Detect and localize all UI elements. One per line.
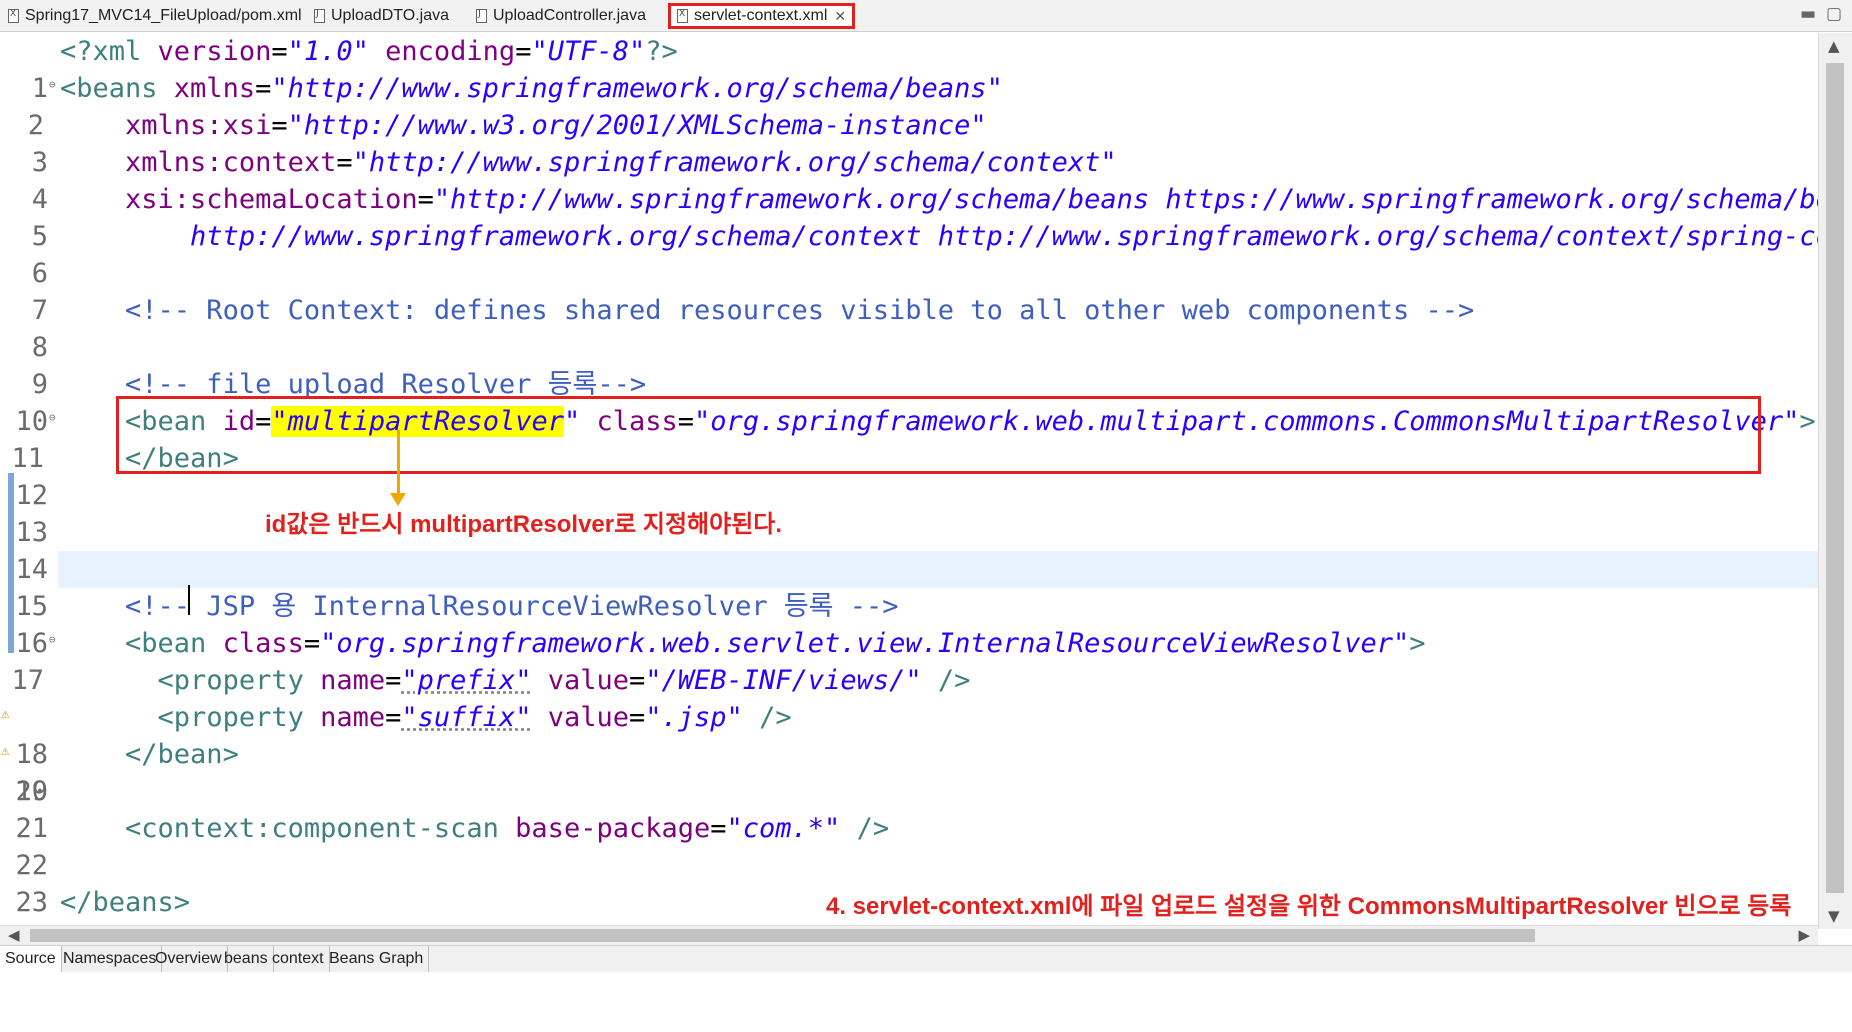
tab-label: UploadController.java [493, 7, 646, 24]
fold-icon[interactable]: ⊖ [49, 403, 56, 433]
code-line: ⚠ 18 <property name="prefix" value="/WEB… [0, 662, 1818, 770]
arrow-icon [397, 430, 400, 496]
horizontal-scroll-thumb[interactable] [30, 929, 1535, 942]
code-line: 23 [0, 847, 1818, 918]
tab-namespaces[interactable]: Namespaces [58, 946, 163, 972]
code-line: ⚠ 19 <property name="suffix" value=".jsp… [0, 699, 1818, 807]
xml-file-icon [8, 9, 19, 23]
vertical-scrollbar[interactable]: ▲ ▼ [1818, 33, 1852, 929]
scroll-up-icon[interactable]: ▲ [1828, 37, 1840, 55]
code-line: 7 [0, 255, 1818, 326]
tab-pom-xml[interactable]: Spring17_MVC14_FileUpload/pom.xml [2, 3, 308, 29]
fold-icon[interactable]: ⊖ [49, 625, 56, 655]
vertical-scroll-thumb[interactable] [1826, 63, 1844, 893]
tab-label: servlet-context.xml [694, 7, 828, 24]
code-line: 5 xsi:schemaLocation="http://www.springf… [0, 181, 1848, 252]
tab-upload-dto[interactable]: UploadDTO.java [308, 3, 455, 29]
scroll-down-icon[interactable]: ▼ [1828, 907, 1840, 925]
tab-servlet-context[interactable]: servlet-context.xml ✕ [668, 3, 856, 29]
minimize-icon[interactable]: ▬ [1800, 4, 1816, 24]
tab-upload-controller[interactable]: UploadController.java [470, 3, 652, 29]
tab-beans[interactable]: beans [219, 946, 274, 972]
java-file-icon [314, 8, 325, 23]
java-file-icon [476, 8, 487, 23]
tab-overview[interactable]: Overview [150, 946, 228, 972]
scroll-left-icon[interactable]: ◀ [8, 926, 20, 944]
code-line: 21 [0, 773, 1818, 844]
xml-file-icon [677, 9, 688, 23]
editor-tab-bar: Spring17_MVC14_FileUpload/pom.xml Upload… [0, 0, 1852, 32]
xml-source-editor[interactable]: 1 <?xml version="1.0" encoding="UTF-8"?>… [0, 33, 1848, 955]
editor-page-tabs: Source Namespaces Overview beans context… [0, 945, 1852, 972]
tab-label: UploadDTO.java [331, 7, 449, 24]
code-line: 16 <!-- JSP 용 InternalResourceViewResolv… [0, 588, 1818, 659]
code-line: 1 <?xml version="1.0" encoding="UTF-8"?> [0, 33, 1818, 104]
scroll-right-icon[interactable]: ▶ [1798, 926, 1810, 944]
step-note-annotation: 4. servlet-context.xml에 파일 업로드 설정을 위한 Co… [826, 893, 1792, 920]
highlight-box [116, 396, 1761, 474]
code-line: 4 xmlns:context="http://www.springframew… [0, 144, 1818, 215]
maximize-icon[interactable]: ▢ [1826, 4, 1842, 24]
horizontal-scrollbar[interactable]: ◀ ▶ [0, 925, 1818, 945]
id-note-annotation: id값은 반드시 multipartResolver로 지정해야된다. [265, 511, 783, 538]
fold-icon[interactable]: ⊖ [49, 70, 56, 100]
text-caret [188, 585, 190, 615]
tab-label: Spring17_MVC14_FileUpload/pom.xml [25, 7, 302, 24]
close-icon[interactable]: ✕ [834, 8, 846, 25]
code-line: 22 <context:component-scan base-package=… [0, 810, 1818, 881]
code-line: 9 [0, 329, 1818, 400]
code-line: 20 </bean> [0, 736, 1818, 807]
tab-source[interactable]: Source [0, 946, 62, 972]
tab-context[interactable]: context [267, 946, 330, 972]
code-line: 8 <!-- Root Context: defines shared reso… [0, 292, 1818, 363]
tab-beans-graph[interactable]: Beans Graph [324, 946, 430, 972]
code-line: 6 http://www.springframework.org/schema/… [0, 218, 1848, 289]
code-line: 2 ⊖ <beans xmlns="http://www.springframe… [0, 70, 1818, 141]
code-line: 15 [0, 551, 1818, 622]
code-line: 3 xmlns:xsi="http://www.w3.org/2001/XMLS… [0, 107, 1818, 178]
code-line: 17 ⊖ <bean class="org.springframework.we… [0, 625, 1818, 696]
